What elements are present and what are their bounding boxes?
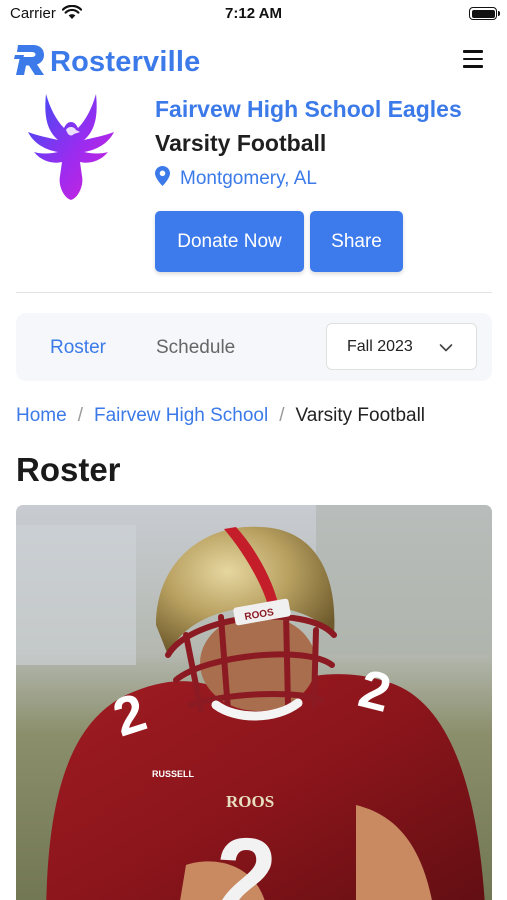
breadcrumb-home[interactable]: Home xyxy=(16,405,67,427)
map-pin-icon xyxy=(155,166,170,191)
rosterville-logo-icon xyxy=(14,43,46,82)
breadcrumb-school[interactable]: Fairvew High School xyxy=(94,405,268,427)
tab-roster[interactable]: Roster xyxy=(50,337,106,359)
status-bar: Carrier 7:12 AM xyxy=(0,0,507,28)
russell-mark: RUSSELL xyxy=(152,769,195,779)
battery-icon xyxy=(469,7,500,20)
season-select[interactable]: Fall 2023 xyxy=(326,323,477,370)
chest-wordmark: ROOS xyxy=(226,792,274,811)
share-button[interactable]: Share xyxy=(310,211,403,272)
donate-now-button[interactable]: Donate Now xyxy=(155,211,304,272)
team-location[interactable]: Montgomery, AL xyxy=(155,166,317,191)
clock-time: 7:12 AM xyxy=(225,5,282,22)
hamburger-menu-icon[interactable] xyxy=(463,50,483,68)
app-header: Rosterville xyxy=(0,40,507,84)
eagle-logo-icon xyxy=(16,92,126,202)
page-title: Roster xyxy=(16,451,121,488)
tabs-bar: Roster Schedule Fall 2023 xyxy=(16,313,492,381)
breadcrumb-current: Varsity Football xyxy=(295,405,426,426)
chevron-down-icon xyxy=(439,340,453,358)
breadcrumb-separator: / xyxy=(279,405,285,426)
tab-schedule[interactable]: Schedule xyxy=(156,337,235,359)
location-text: Montgomery, AL xyxy=(180,167,317,189)
section-divider xyxy=(16,292,492,293)
chest-number: 2 xyxy=(216,816,277,900)
brand-logo[interactable]: Rosterville xyxy=(14,43,201,82)
breadcrumb: Home / Fairvew High School / Varsity Foo… xyxy=(16,405,425,427)
team-level: Varsity Football xyxy=(155,130,327,156)
breadcrumb-separator: / xyxy=(77,405,83,426)
season-selected-value: Fall 2023 xyxy=(347,338,413,355)
roster-photo: 2 2 2 ROOS RUSSELL ROOS xyxy=(16,505,492,900)
team-name[interactable]: Fairvew High School Eagles xyxy=(155,96,462,123)
brand-name: Rosterville xyxy=(50,46,201,78)
